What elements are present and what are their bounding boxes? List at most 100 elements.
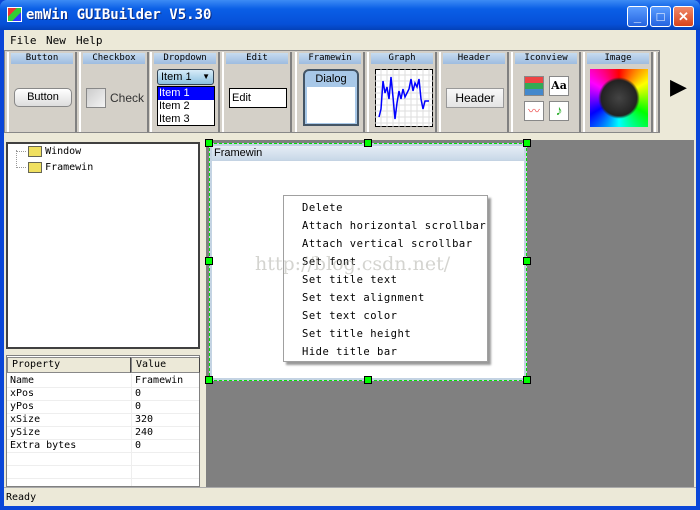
music-icon: ♪ [549, 101, 569, 121]
tool-framewin[interactable]: Framewin Dialog [295, 52, 365, 132]
status-bar: Ready [4, 487, 696, 506]
close-button[interactable]: ✕ [673, 6, 694, 27]
tree-item-label: Framewin [45, 162, 94, 173]
context-menu-item[interactable]: Delete [302, 202, 343, 214]
dropdown-item: Item 1 [158, 87, 214, 100]
property-name: xSize [10, 414, 41, 425]
tool-dropdown[interactable]: Dropdown Item 1 ▼ Item 1 Item 2 Item 3 [150, 52, 220, 132]
resize-handle[interactable] [523, 139, 531, 147]
menu-file[interactable]: File [10, 34, 37, 47]
tree-line [16, 150, 26, 168]
tile-label: Button [11, 53, 73, 64]
menu-help[interactable]: Help [76, 34, 103, 47]
edit-preview: Edit [229, 88, 287, 108]
chevron-down-icon: ▼ [202, 72, 210, 81]
property-value[interactable]: 0 [135, 388, 141, 400]
tile-label: Edit [226, 53, 288, 64]
tool-image[interactable]: Image [583, 52, 653, 132]
resize-handle[interactable] [205, 376, 213, 384]
property-row[interactable]: Name Framewin [7, 375, 199, 388]
maximize-button[interactable]: □ [650, 6, 671, 27]
tree-item-window[interactable]: Window [28, 145, 81, 157]
tile-label: Header [443, 53, 505, 64]
context-menu-item[interactable]: Set title text [302, 274, 398, 286]
property-value[interactable]: 240 [135, 427, 153, 439]
property-table: Property Value Name Framewin xPos 0 yPos 0 xSi… [6, 355, 200, 487]
resize-handle[interactable] [523, 376, 531, 384]
resize-handle[interactable] [205, 257, 213, 265]
property-name: Extra bytes [10, 440, 77, 451]
tile-label: Checkbox [83, 53, 145, 64]
tile-label: Graph [371, 53, 433, 64]
property-row[interactable]: xPos 0 [7, 388, 199, 401]
checkbox-label: Check [110, 91, 145, 105]
context-menu-item[interactable]: Attach vertical scrollbar [302, 238, 473, 250]
menu-bar: File New Help [4, 31, 696, 50]
framewin-preview: Dialog [303, 69, 359, 126]
context-menu-item[interactable]: Set title height [302, 328, 411, 340]
graph-icon [375, 69, 433, 127]
resize-handle[interactable] [364, 139, 372, 147]
resize-handle[interactable] [523, 257, 531, 265]
window-title: emWin GUIBuilder V5.30 [26, 7, 212, 23]
property-value[interactable]: 0 [135, 401, 141, 413]
context-menu-item[interactable]: Set font [302, 256, 357, 268]
tile-label: Dropdown [154, 53, 216, 64]
property-name: yPos [10, 401, 35, 412]
context-menu: Delete Attach horizontal scrollbar Attach … [283, 195, 488, 362]
resize-handle[interactable] [205, 139, 213, 147]
tool-iconview[interactable]: Iconview Aa 〰 ♪ [511, 52, 581, 132]
dialog-client [307, 87, 355, 123]
toolbar-scroll: ▶ [660, 50, 696, 133]
dropdown-list: Item 1 Item 2 Item 3 [157, 86, 215, 126]
checkbox-icon [86, 88, 106, 108]
context-menu-item[interactable]: Set text alignment [302, 292, 425, 304]
folder-icon [28, 145, 42, 157]
tree-item-framewin[interactable]: Framewin [28, 161, 93, 173]
dropdown-item: Item 2 [159, 100, 190, 112]
scroll-right-arrow-icon[interactable]: ▶ [670, 74, 687, 100]
minimize-button[interactable]: _ [627, 6, 648, 27]
property-row-empty [7, 466, 199, 479]
property-row[interactable]: yPos 0 [7, 401, 199, 414]
tree-line [16, 148, 26, 152]
tool-edit[interactable]: Edit Edit [222, 52, 292, 132]
resize-handle[interactable] [364, 376, 372, 384]
property-row[interactable]: ySize 240 [7, 427, 199, 440]
dropdown-item: Item 3 [159, 113, 190, 125]
property-row[interactable]: xSize 320 [7, 414, 199, 427]
column-divider [131, 374, 132, 486]
property-value[interactable]: Framewin [135, 375, 183, 387]
tree-item-label: Window [45, 146, 82, 157]
context-menu-item[interactable]: Set text color [302, 310, 398, 322]
property-name: Name [10, 375, 35, 386]
context-menu-item[interactable]: Attach horizontal scrollbar [302, 220, 486, 232]
context-menu-item[interactable]: Hide title bar [302, 346, 398, 358]
dialog-title: Dialog [315, 73, 347, 85]
title-bar: emWin GUIBuilder V5.30 _ □ ✕ [0, 0, 700, 30]
tool-header[interactable]: Header Header [439, 52, 509, 132]
property-row[interactable]: Extra bytes 0 [7, 440, 199, 453]
column-header-value[interactable]: Value [131, 357, 200, 373]
tool-checkbox[interactable]: Checkbox Check [79, 52, 149, 132]
app-icon [7, 7, 22, 22]
property-value[interactable]: 0 [135, 440, 141, 452]
tool-button[interactable]: Button Button [7, 52, 77, 132]
tile-label: Framewin [299, 53, 361, 64]
widget-tree: Window Framewin [6, 142, 200, 349]
image-preview [590, 69, 648, 127]
tool-graph[interactable]: Graph [367, 52, 437, 132]
dropdown-value: Item 1 [161, 71, 192, 83]
property-value[interactable]: 320 [135, 414, 153, 426]
chart-icon: 〰 [524, 101, 544, 121]
header-preview: Header [446, 88, 504, 108]
tile-label: Iconview [515, 53, 577, 64]
framewin-title: Framewin [212, 146, 524, 160]
column-header-property[interactable]: Property [7, 357, 131, 373]
property-row-empty [7, 453, 199, 466]
property-name: ySize [10, 427, 41, 438]
folder-icon [28, 161, 42, 173]
menu-new[interactable]: New [46, 34, 66, 47]
property-name: xPos [10, 388, 35, 399]
font-icon: Aa [549, 76, 569, 96]
